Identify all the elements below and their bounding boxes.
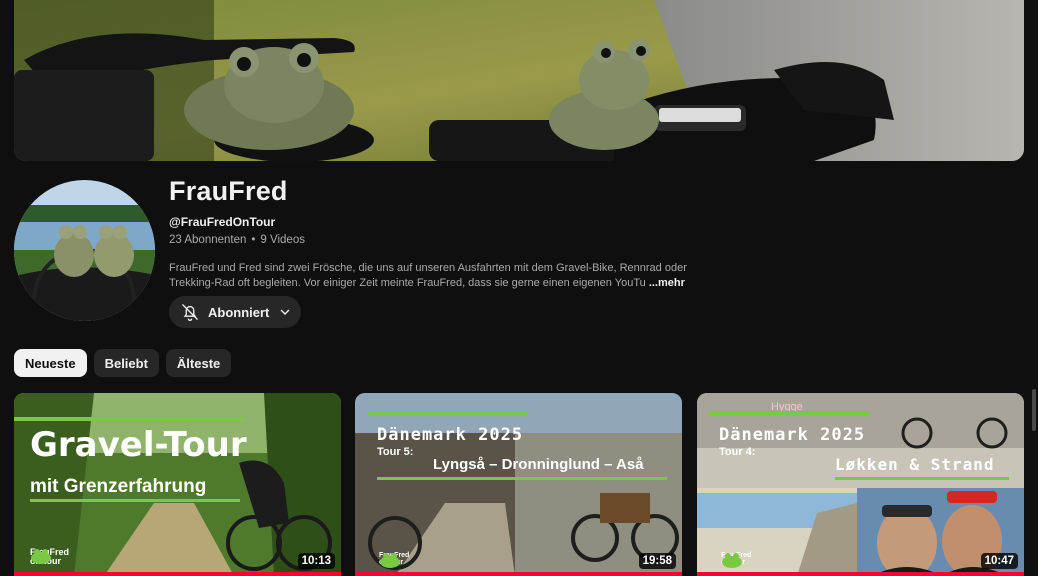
- thumb-title-1: Gravel-Tour: [30, 425, 247, 465]
- video-duration: 10:13: [297, 553, 335, 569]
- description-line: Trekking-Rad oft begleiten. Vor einiger …: [169, 277, 646, 289]
- thumb-title-3: Dänemark 2025: [719, 425, 866, 445]
- chip-oldest[interactable]: Älteste: [165, 349, 232, 377]
- scrollbar[interactable]: [1032, 389, 1036, 431]
- video-duration: 19:58: [638, 553, 676, 569]
- thumb-subtitle-2: Lyngså – Dronninglund – Aså: [433, 456, 644, 473]
- thumb-subtitle-1: mit Grenzerfahrung: [30, 476, 207, 497]
- video-thumbnail-3[interactable]: Hygge Dänemark 2025 Tour 4: Løkken & Str…: [697, 393, 1024, 576]
- thumb-tour-2: Tour 5:: [377, 446, 414, 458]
- stats-separator: •: [251, 234, 256, 246]
- title-underline: [709, 411, 869, 415]
- watch-progress: [355, 572, 682, 576]
- chip-newest[interactable]: Neueste: [14, 349, 87, 377]
- channel-stats: 23 Abonnenten • 9 Videos: [169, 234, 305, 246]
- title-underline: [367, 411, 527, 415]
- channel-description[interactable]: FrauFred und Fred sind zwei Frösche, die…: [169, 261, 709, 291]
- watch-progress: [14, 572, 341, 576]
- video-count: 9 Videos: [260, 234, 305, 246]
- bell-off-icon: [180, 302, 200, 322]
- subtitle-underline: [835, 477, 1009, 480]
- video-thumbnail-1[interactable]: Gravel-Tour mit Grenzerfahrung FrauFredo…: [14, 393, 341, 576]
- video-duration: 10:47: [980, 553, 1018, 569]
- subscribe-button[interactable]: Abonniert: [169, 296, 301, 328]
- subscribe-label: Abonniert: [208, 304, 270, 320]
- thumb-tour-3: Tour 4:: [719, 446, 756, 458]
- channel-avatar[interactable]: [14, 180, 155, 321]
- more-link[interactable]: ...mehr: [649, 277, 685, 289]
- description-line: FrauFred und Fred sind zwei Frösche, die…: [169, 262, 687, 274]
- channel-handle: @FrauFredOnTour: [169, 215, 276, 229]
- chip-popular[interactable]: Beliebt: [93, 349, 159, 377]
- channel-banner: [14, 0, 1024, 161]
- filter-chips: Neueste Beliebt Älteste: [14, 349, 232, 377]
- subscriber-count: 23 Abonnenten: [169, 234, 247, 246]
- brand-logo: FrauFredon tour: [379, 552, 409, 568]
- title-underline: [14, 417, 244, 421]
- brand-logo: FrauFredon tour: [30, 548, 69, 566]
- thumb-title-2: Dänemark 2025: [377, 425, 524, 445]
- watch-progress: [697, 572, 1024, 576]
- subtitle-underline: [30, 499, 240, 502]
- subtitle-underline: [377, 477, 667, 480]
- chevron-down-icon: [277, 304, 293, 320]
- brand-logo: FrauFredon tour: [721, 552, 751, 568]
- thumb-subtitle-3: Løkken & Strand: [835, 455, 995, 474]
- video-thumbnail-2[interactable]: Dänemark 2025 Tour 5: Lyngså – Dronningl…: [355, 393, 682, 576]
- channel-name: FrauFred: [169, 176, 288, 206]
